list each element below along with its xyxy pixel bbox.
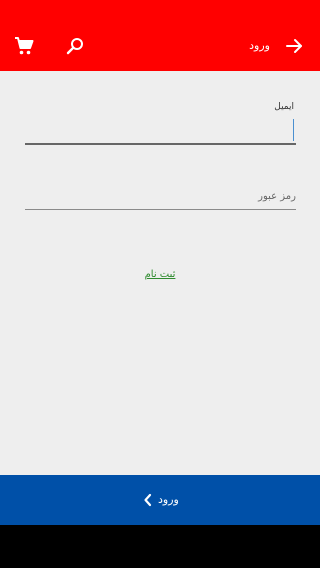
app-bar: ورود — [0, 0, 320, 71]
login-form: ایمیل ثبت نام — [0, 71, 320, 475]
cart-button[interactable] — [12, 34, 36, 58]
login-button[interactable]: ورود — [0, 475, 320, 525]
register-link[interactable]: ثبت نام — [0, 268, 320, 282]
bottom-bar: ورود — [0, 475, 320, 525]
text-caret — [293, 119, 294, 141]
login-label: ورود — [158, 493, 179, 506]
login-screen: ورود ایمیل ثبت نام ورود — [0, 0, 320, 568]
arrow-right-icon — [286, 39, 302, 53]
back-button[interactable] — [284, 36, 304, 56]
system-nav-strip — [0, 525, 320, 568]
email-label: ایمیل — [274, 102, 294, 112]
page-title: ورود — [249, 39, 270, 52]
chevron-left-icon — [144, 493, 152, 507]
email-field[interactable] — [25, 115, 296, 145]
shopping-cart-icon — [15, 37, 34, 55]
password-field[interactable] — [25, 183, 296, 210]
search-icon — [66, 38, 83, 55]
search-button[interactable] — [64, 35, 86, 57]
